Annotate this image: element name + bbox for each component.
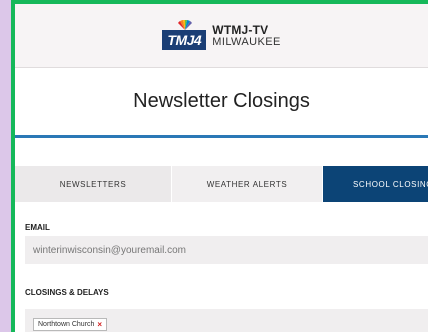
- chip-label: Northtown Church: [38, 320, 95, 328]
- tab-bar: NEWSLETTERS WEATHER ALERTS SCHOOL CLOSIN…: [15, 166, 428, 202]
- station-city: MILWAUKEE: [212, 35, 281, 48]
- tab-weather-alerts[interactable]: WEATHER ALERTS: [172, 166, 323, 202]
- closings-label: CLOSINGS & DELAYS: [25, 288, 109, 297]
- peacock-icon: [178, 19, 193, 30]
- tab-school-closings[interactable]: SCHOOL CLOSING: [323, 166, 428, 202]
- selected-closing-chip: Northtown Church ×: [33, 317, 108, 331]
- tab-newsletters[interactable]: NEWSLETTERS: [15, 166, 172, 202]
- site-header: TMJ4 WTMJ-TV MILWAUKEE: [15, 4, 428, 68]
- page-title: Newsletter Closings: [133, 90, 310, 112]
- tmj-logo-box: TMJ4: [162, 29, 207, 50]
- remove-icon[interactable]: ×: [97, 320, 102, 329]
- station-logo[interactable]: TMJ4: [162, 19, 207, 52]
- email-label: EMAIL: [25, 223, 50, 232]
- email-field[interactable]: winterinwisconsin@youremail.com: [25, 236, 428, 264]
- logo-number: 4: [193, 31, 202, 48]
- closings-multiselect[interactable]: Northtown Church ×: [25, 309, 428, 332]
- logo-text: TMJ: [167, 31, 194, 48]
- station-name: WTMJ-TV MILWAUKEE: [212, 24, 280, 48]
- title-area: Newsletter Closings: [15, 68, 428, 138]
- station-callsign: WTMJ-TV: [212, 22, 269, 37]
- page-frame: TMJ4 WTMJ-TV MILWAUKEE Newsletter Closin…: [11, 0, 428, 332]
